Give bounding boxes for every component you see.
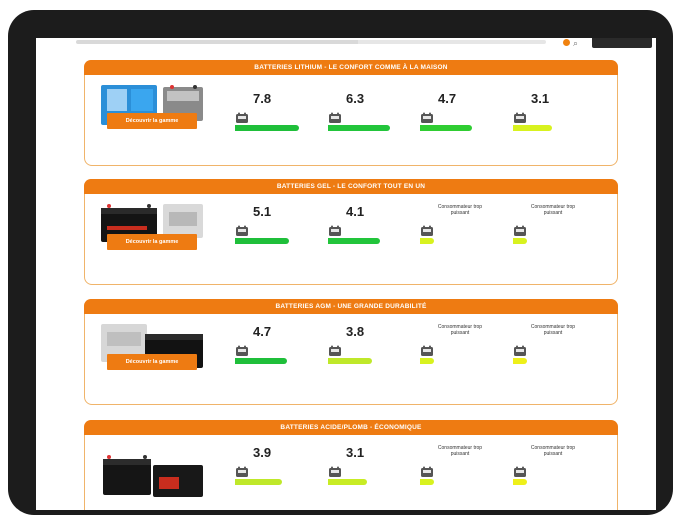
- warning-note: Consommateur trop puissant: [530, 445, 576, 457]
- autonomy-value: 4.7: [438, 91, 457, 106]
- warning-note: Consommateur trop puissant: [437, 204, 483, 216]
- battery-section: BATTERIES LITHIUM - LE CONFORT COMME À L…: [84, 60, 618, 166]
- warning-note: Consommateur trop puissant: [530, 204, 576, 216]
- autonomy-value: 3.8: [346, 324, 365, 339]
- autonomy-bar: [235, 358, 287, 364]
- autonomy-bar: [513, 479, 527, 485]
- autonomy-metric: Consommateur trop puissant: [420, 204, 500, 264]
- header-button[interactable]: [592, 38, 652, 48]
- autonomy-bar: [235, 479, 282, 485]
- autonomy-metric: 4.7: [420, 91, 500, 151]
- autonomy-value: 7.8: [253, 91, 272, 106]
- battery-section: BATTERIES AGM - UNE GRANDE DURABILITÉ Déc…: [84, 299, 618, 405]
- autonomy-bar: [235, 125, 299, 131]
- autonomy-bar: [420, 125, 472, 131]
- top-bar: ⌕: [36, 38, 656, 50]
- autonomy-metric: 5.1: [235, 204, 315, 264]
- autonomy-bar: [420, 358, 434, 364]
- autonomy-bar: [328, 125, 390, 131]
- autonomy-bar: [420, 479, 434, 485]
- autonomy-value: 3.1: [346, 445, 365, 460]
- battery-tester-icon: [513, 224, 527, 236]
- battery-product-image: [97, 81, 207, 139]
- autonomy-metric: Consommateur trop puissant: [513, 204, 593, 264]
- tablet-frame: ⌕ BATTERIES LITHIUM - LE CONFORT COMME À…: [8, 10, 673, 515]
- autonomy-value: 3.1: [531, 91, 550, 106]
- battery-tester-icon: [328, 344, 342, 356]
- battery-tester-icon: [513, 465, 527, 477]
- battery-product-image: [97, 441, 207, 499]
- autonomy-metric: 3.8: [328, 324, 408, 384]
- autonomy-metric: 6.3: [328, 91, 408, 151]
- battery-tester-icon: [513, 111, 527, 123]
- autonomy-bar: [420, 238, 434, 244]
- autonomy-metric: 7.8: [235, 91, 315, 151]
- autonomy-value: 6.3: [346, 91, 365, 106]
- autonomy-metric: 4.7: [235, 324, 315, 384]
- autonomy-value: 5.1: [253, 204, 272, 219]
- autonomy-bar: [235, 238, 289, 244]
- autonomy-bar: [513, 358, 527, 364]
- battery-tester-icon: [235, 111, 249, 123]
- autonomy-bar: [513, 125, 552, 131]
- autonomy-value: 4.7: [253, 324, 272, 339]
- search-icon[interactable]: ⌕: [573, 38, 578, 49]
- warning-note: Consommateur trop puissant: [437, 324, 483, 336]
- battery-tester-icon: [420, 344, 434, 356]
- autonomy-metric: Consommateur trop puissant: [420, 445, 500, 505]
- autonomy-bar: [328, 238, 380, 244]
- battery-tester-icon: [420, 224, 434, 236]
- battery-tester-icon: [328, 465, 342, 477]
- section-title: BATTERIES LITHIUM - LE CONFORT COMME À L…: [84, 60, 618, 75]
- battery-tester-icon: [235, 224, 249, 236]
- autonomy-metric: Consommateur trop puissant: [513, 445, 593, 505]
- autonomy-metric: Consommateur trop puissant: [420, 324, 500, 384]
- battery-section: BATTERIES GEL - LE CONFORT TOUT EN UN Déc…: [84, 179, 618, 285]
- screen: ⌕ BATTERIES LITHIUM - LE CONFORT COMME À…: [36, 38, 656, 510]
- section-title: BATTERIES GEL - LE CONFORT TOUT EN UN: [84, 179, 618, 194]
- autonomy-value: 3.9: [253, 445, 272, 460]
- autonomy-metric: 3.1: [328, 445, 408, 505]
- autonomy-metric: 3.1: [513, 91, 593, 151]
- battery-tester-icon: [328, 111, 342, 123]
- section-title: BATTERIES ACIDE/PLOMB - ÉCONOMIQUE: [84, 420, 618, 435]
- battery-tester-icon: [420, 465, 434, 477]
- battery-tester-icon: [235, 465, 249, 477]
- autonomy-metric: 4.1: [328, 204, 408, 264]
- battery-tester-icon: [420, 111, 434, 123]
- warning-note: Consommateur trop puissant: [530, 324, 576, 336]
- autonomy-bar: [513, 238, 527, 244]
- section-title: BATTERIES AGM - UNE GRANDE DURABILITÉ: [84, 299, 618, 314]
- battery-tester-icon: [513, 344, 527, 356]
- battery-tester-icon: [328, 224, 342, 236]
- autonomy-metric: 3.9: [235, 445, 315, 505]
- brand-icon: [563, 39, 570, 46]
- discover-range-button[interactable]: Découvrir la gamme: [107, 234, 197, 250]
- autonomy-bar: [328, 358, 372, 364]
- blurred-header-text: [76, 40, 546, 44]
- discover-range-button[interactable]: Découvrir la gamme: [107, 113, 197, 129]
- autonomy-metric: Consommateur trop puissant: [513, 324, 593, 384]
- discover-range-button[interactable]: Découvrir la gamme: [107, 354, 197, 370]
- battery-section: BATTERIES ACIDE/PLOMB - ÉCONOMIQUE 3.9 3.1…: [84, 420, 618, 510]
- battery-tester-icon: [235, 344, 249, 356]
- autonomy-value: 4.1: [346, 204, 365, 219]
- autonomy-bar: [328, 479, 367, 485]
- warning-note: Consommateur trop puissant: [437, 445, 483, 457]
